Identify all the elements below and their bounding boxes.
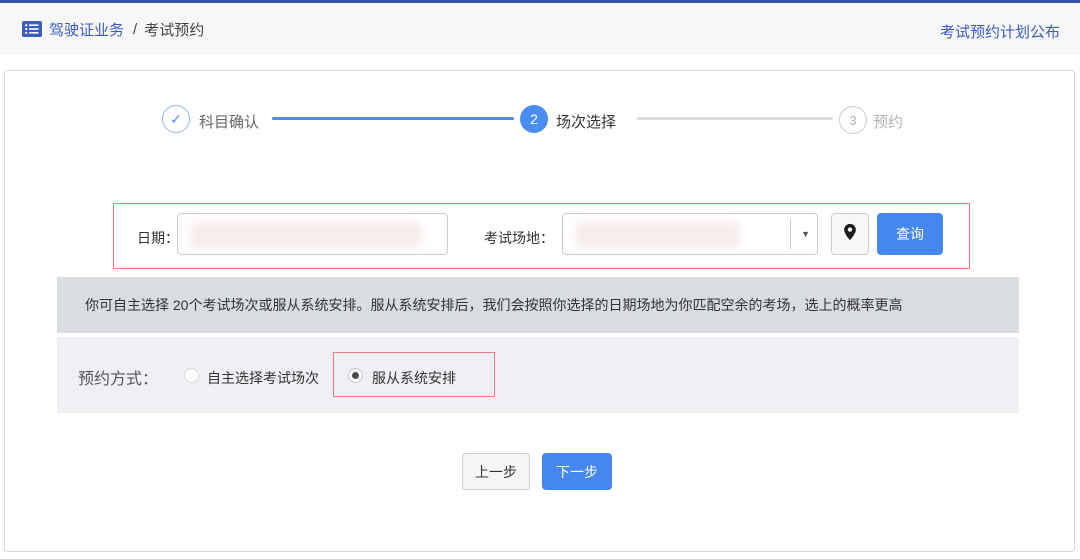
next-step-button[interactable]: 下一步 (542, 453, 612, 490)
exam-plan-link[interactable]: 考试预约计划公布 (940, 21, 1060, 42)
radio-self-select[interactable] (184, 368, 199, 383)
radio-system-arrange-label[interactable]: 服从系统安排 (372, 368, 456, 388)
radio-self-select-label[interactable]: 自主选择考试场次 (207, 368, 319, 388)
notice-bar: 你可自主选择 20个考试场次或服从系统安排。服从系统安排后，我们会按照你选择的日… (57, 277, 1019, 333)
breadcrumb-separator: / (133, 20, 138, 38)
breadcrumb-current: 考试预约 (144, 21, 205, 39)
stepper-connector-done (272, 117, 514, 120)
breadcrumb-section[interactable]: 驾驶证业务 (49, 19, 124, 40)
step-2-number: 2 (530, 111, 538, 127)
search-button[interactable]: 查询 (877, 213, 943, 255)
notice-text: 你可自主选择 20个考试场次或服从系统安排。服从系统安排后，我们会按照你选择的日… (85, 297, 903, 313)
page: 驾驶证业务 / 考试预约 考试预约计划公布 ✓ 科目确认 2 场次选择 3 预约… (0, 0, 1080, 559)
chevron-down-icon[interactable]: ▼ (801, 229, 810, 239)
stepper-connector-pending (637, 117, 833, 120)
step-1-label: 科目确认 (199, 114, 260, 131)
date-label: 日期： (137, 230, 179, 246)
step-3-label: 预约 (873, 114, 904, 131)
booking-method-section (57, 337, 1019, 413)
step-1-circle: ✓ (162, 105, 190, 133)
select-divider (790, 219, 791, 249)
venue-label: 考试场地： (484, 230, 554, 246)
step-2-circle: 2 (520, 105, 548, 133)
location-pin-icon (843, 223, 857, 246)
redacted-date-value (190, 222, 422, 248)
date-input[interactable] (177, 213, 448, 255)
radio-system-arrange[interactable] (348, 368, 363, 383)
prev-step-button[interactable]: 上一步 (462, 453, 530, 490)
map-location-button[interactable] (831, 213, 869, 255)
list-icon (22, 21, 42, 37)
booking-method-label: 预约方式： (78, 371, 159, 388)
step-2-label: 场次选择 (556, 114, 617, 131)
redacted-venue-value (575, 222, 740, 248)
step-3-number: 3 (849, 112, 857, 128)
breadcrumb: 驾驶证业务 / 考试预约 (22, 17, 204, 41)
check-icon: ✓ (170, 110, 182, 127)
page-header: 驾驶证业务 / 考试预约 考试预约计划公布 (0, 3, 1080, 55)
venue-select[interactable]: ▼ (562, 213, 818, 255)
step-3-circle: 3 (839, 106, 867, 134)
